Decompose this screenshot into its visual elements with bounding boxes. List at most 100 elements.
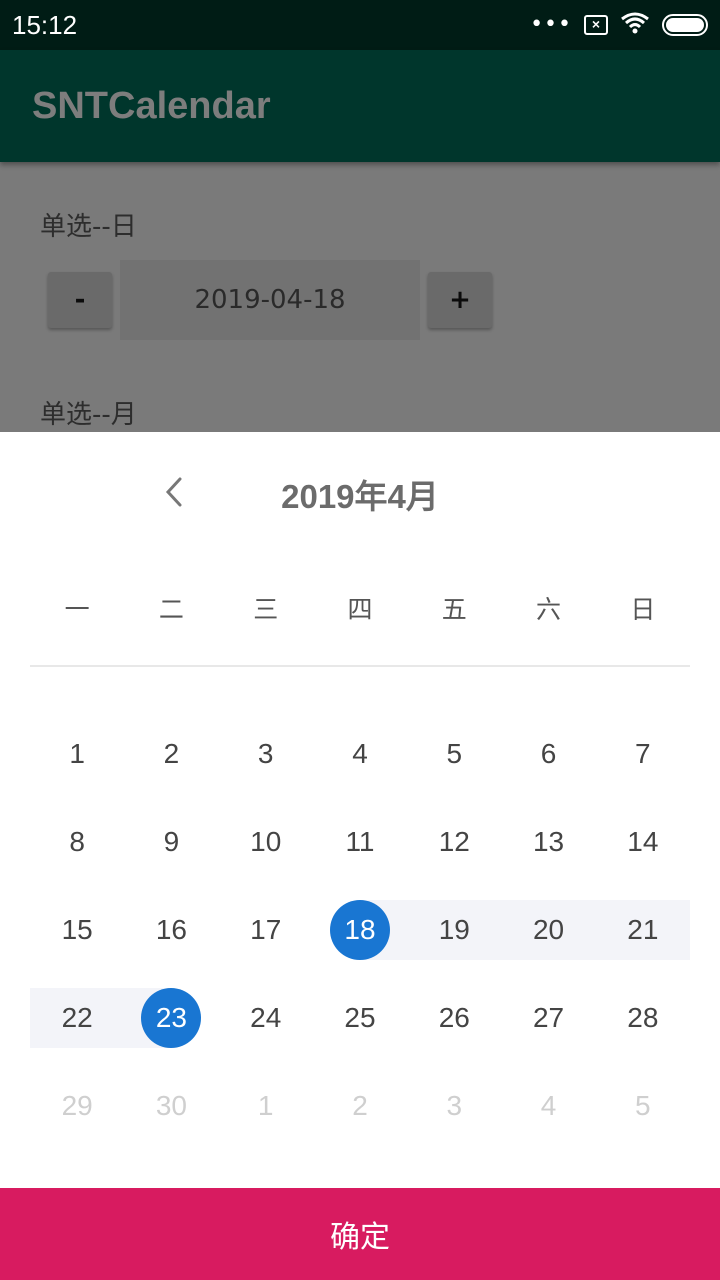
week-row: 22 23 24 25 26 27 28 [30,974,690,1062]
weekday-label: 四 [347,595,373,624]
week-row: 8 9 10 11 12 13 14 [30,798,690,886]
day-cell[interactable]: 11 [313,798,407,886]
day-cell[interactable]: 3 [407,1062,501,1150]
day-number: 26 [438,1002,470,1033]
day-number: 25 [344,1002,376,1033]
day-cell[interactable]: 1 [219,1062,313,1150]
day-cell[interactable]: 22 [30,974,124,1062]
day-number: 12 [438,826,470,857]
month-title: 2019年4月 [281,478,439,515]
weekday-label: 三 [253,595,279,624]
day-cell[interactable]: 14 [596,798,690,886]
day-cell[interactable]: 19 [407,886,501,974]
day-number: 11 [345,826,375,857]
day-number: 28 [627,1002,659,1033]
day-number: 8 [69,826,85,857]
weekday-label: 日 [630,595,656,624]
day-cell[interactable]: 2 [124,710,218,798]
sim-disabled-icon: × [584,15,608,35]
wifi-icon [620,11,650,39]
day-number: 7 [635,738,651,769]
day-number: 23 [155,1002,187,1033]
day-cell[interactable]: 15 [30,886,124,974]
day-cell[interactable]: 1 [30,710,124,798]
weekday-label: 五 [441,595,467,624]
day-cell[interactable]: 29 [30,1062,124,1150]
day-number: 2 [352,1090,368,1121]
day-number: 16 [155,914,187,945]
day-cell[interactable]: 6 [501,710,595,798]
day-number: 10 [250,826,282,857]
day-number: 3 [257,738,274,769]
week-row: 1 2 3 4 5 6 7 [30,710,690,798]
more-notifications-icon: ••• [530,12,572,37]
day-cell[interactable]: 17 [219,886,313,974]
status-icons: ••• × [530,11,708,39]
day-number: 17 [250,914,282,945]
day-cell[interactable]: 8 [30,798,124,886]
day-cell[interactable]: 20 [501,886,595,974]
calendar-dialog: 2019年4月 一二三四五六日 1 2 3 4 5 6 7 8 9 10 11 12 13 14 15 16 1… [0,432,720,1280]
section-label-day: 单选--日 [40,212,137,242]
status-bar: 15:12 ••• × [0,0,720,50]
day-grid: 1 2 3 4 5 6 7 8 9 10 11 12 13 14 15 16 17 18 19 20 21 22 23 24 2… [30,710,690,1150]
day-cell-selected[interactable]: 23 [124,974,218,1062]
app-title: SNTCalendar [32,84,271,127]
day-number: 18 [344,914,376,945]
day-number: 22 [61,1002,93,1033]
day-cell[interactable]: 4 [501,1062,595,1150]
day-number: 5 [635,1090,651,1121]
day-number: 14 [627,826,659,857]
day-number: 5 [446,738,463,769]
status-time: 15:12 [12,9,78,40]
day-number: 9 [163,826,180,857]
day-cell[interactable]: 13 [501,798,595,886]
day-number: 1 [69,738,85,769]
day-number: 1 [257,1090,274,1121]
battery-icon [662,14,708,36]
weekday-label: 二 [158,595,184,624]
day-cell[interactable]: 3 [219,710,313,798]
increment-button[interactable]: + [428,272,492,328]
confirm-button[interactable]: 确定 [0,1188,720,1280]
day-cell[interactable]: 7 [596,710,690,798]
day-cell[interactable]: 5 [407,710,501,798]
section-label-month: 单选--月 [40,400,137,430]
date-field[interactable]: 2019-04-18 [120,260,420,340]
day-number: 4 [540,1090,557,1121]
app-bar: SNTCalendar [0,50,720,162]
week-row: 29 30 1 2 3 4 5 [30,1062,690,1150]
divider [30,665,690,667]
day-cell[interactable]: 5 [596,1062,690,1150]
day-cell[interactable]: 12 [407,798,501,886]
day-cell[interactable]: 27 [501,974,595,1062]
background-content: 单选--日 - 2019-04-18 + 单选--月 [0,162,720,432]
decrement-button[interactable]: - [48,272,112,328]
calendar-header: 2019年4月 [0,432,720,554]
weekday-label: 六 [536,595,562,624]
day-number: 20 [532,914,565,945]
day-cell[interactable]: 4 [313,710,407,798]
day-number: 6 [540,738,557,769]
day-cell[interactable]: 10 [219,798,313,886]
weekday-header: 一二三四五六日 [30,582,690,638]
day-cell[interactable]: 26 [407,974,501,1062]
day-number: 24 [250,1002,282,1033]
day-cell[interactable]: 25 [313,974,407,1062]
day-number: 30 [155,1090,187,1121]
week-row: 15 16 17 18 19 20 21 [30,886,690,974]
day-cell[interactable]: 30 [124,1062,218,1150]
day-cell[interactable]: 16 [124,886,218,974]
day-cell[interactable]: 21 [596,886,690,974]
day-cell[interactable]: 9 [124,798,218,886]
day-cell-selected[interactable]: 18 [313,886,407,974]
day-number: 15 [61,914,93,945]
day-number: 4 [352,738,368,769]
day-cell[interactable]: 2 [313,1062,407,1150]
day-cell[interactable]: 24 [219,974,313,1062]
day-cell[interactable]: 28 [596,974,690,1062]
day-number: 3 [446,1090,463,1121]
day-number: 21 [627,914,659,945]
day-number: 19 [438,914,470,945]
day-number: 13 [532,826,565,857]
